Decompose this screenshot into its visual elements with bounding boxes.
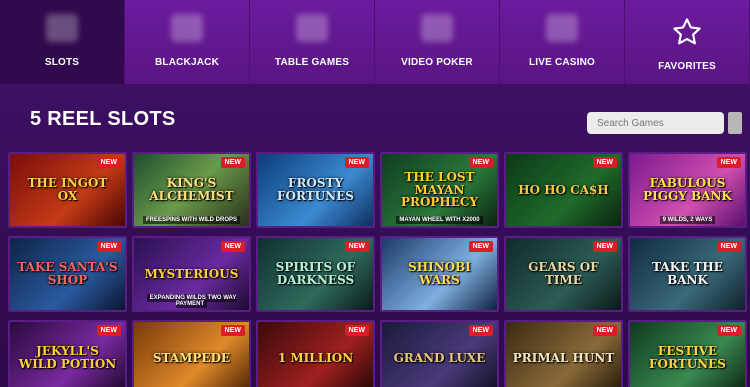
scrollbar[interactable] [728, 112, 742, 134]
game-title: Fabulous PIGGY BANK [643, 176, 732, 203]
game-title: SHINOBI WARS [408, 260, 471, 287]
game-title: GEARS OF TIME [528, 260, 599, 287]
new-badge: NEW [344, 241, 369, 252]
game-subtitle-text: FREESPINS WITH WILD DROPS [142, 216, 240, 224]
new-badge: NEW [716, 157, 741, 168]
new-badge: NEW [716, 325, 741, 336]
game-tile[interactable]: HO HO CA$H NEW [504, 152, 623, 228]
game-tile[interactable]: 1 MILLION NEW [256, 320, 375, 387]
tab-label: SLOTS [44, 57, 80, 68]
game-tile[interactable]: GRAND LUXE NEW [380, 320, 499, 387]
game-title: STAMPEDE [152, 350, 231, 365]
game-tile[interactable]: Fabulous PIGGY BANK 9 WILDS, 2 WAYS NEW [628, 152, 747, 228]
new-badge: NEW [344, 325, 369, 336]
new-badge: NEW [220, 157, 245, 168]
game-subtitle: MAYAN WHEEL WITH x2000 [382, 216, 497, 224]
cards-icon [171, 14, 203, 42]
tab-label: FAVORITES [658, 61, 716, 72]
slot-machine-icon [46, 14, 78, 42]
game-tile[interactable]: FROSTY FORTUNES NEW [256, 152, 375, 228]
game-subtitle: 9 WILDS, 2 WAYS [630, 216, 745, 224]
game-title: King's Alchemist [149, 176, 234, 203]
game-title: JEKYLL'S WILD POTION [18, 344, 117, 371]
game-title: MYSTERIOUS [144, 266, 239, 281]
game-subtitle-text: 9 WILDS, 2 WAYS [659, 216, 716, 224]
tab-favorites[interactable]: FAVORITES [625, 0, 750, 84]
new-badge: NEW [716, 241, 741, 252]
tab-live-casino[interactable]: LIVE CASINO [500, 0, 625, 84]
game-tile[interactable]: THE LOST MAYAN PROPHECY MAYAN WHEEL WITH … [380, 152, 499, 228]
game-title: 1 MILLION [277, 350, 354, 365]
category-tabs: SLOTS BLACKJACK TABLE GAMES VIDEO POKER LIVE… [0, 0, 750, 84]
game-tile[interactable]: PRIMAL HUNT NEW [504, 320, 623, 387]
new-badge: NEW [220, 241, 245, 252]
new-badge: NEW [592, 157, 617, 168]
game-tile[interactable]: FESTIVE FORTUNES NEW [628, 320, 747, 387]
new-badge: NEW [96, 157, 121, 168]
game-tile[interactable]: SPIRITS OF DARKNESS NEW [256, 236, 375, 312]
star-icon [673, 18, 701, 45]
roulette-icon [296, 14, 328, 42]
game-title: THE INGOT OX [27, 176, 108, 203]
new-badge: NEW [96, 241, 121, 252]
new-badge: NEW [220, 325, 245, 336]
game-title: Take Santa's SHOP [17, 260, 118, 287]
game-title: FROSTY FORTUNES [277, 176, 354, 203]
game-title: PRIMAL HUNT [512, 350, 615, 365]
game-tile[interactable]: Take the BANK NEW [628, 236, 747, 312]
game-tile[interactable]: MYSTERIOUS EXPANDING WILDS TWO WAY PAYMEN… [132, 236, 251, 312]
new-badge: NEW [468, 325, 493, 336]
game-tile[interactable]: Take Santa's SHOP NEW [8, 236, 127, 312]
new-badge: NEW [344, 157, 369, 168]
tab-table-games[interactable]: TABLE GAMES [250, 0, 375, 84]
game-subtitle-text: MAYAN WHEEL WITH x2000 [396, 216, 483, 224]
new-badge: NEW [468, 241, 493, 252]
game-subtitle: FREESPINS WITH WILD DROPS [134, 216, 249, 224]
game-tile[interactable]: GEARS OF TIME NEW [504, 236, 623, 312]
game-tile[interactable]: THE INGOT OX NEW [8, 152, 127, 228]
poker-machine-icon [421, 14, 453, 42]
game-tile[interactable]: STAMPEDE NEW [132, 320, 251, 387]
tab-video-poker[interactable]: VIDEO POKER [375, 0, 500, 84]
game-title: THE LOST MAYAN PROPHECY [400, 170, 479, 210]
game-subtitle-text: EXPANDING WILDS TWO WAY PAYMENT [146, 294, 237, 308]
tab-label: VIDEO POKER [401, 57, 473, 68]
game-title: FESTIVE FORTUNES [649, 344, 726, 371]
game-subtitle: EXPANDING WILDS TWO WAY PAYMENT [134, 294, 249, 308]
new-badge: NEW [592, 241, 617, 252]
new-badge: NEW [96, 325, 121, 336]
tab-blackjack[interactable]: BLACKJACK [125, 0, 250, 84]
games-grid: THE INGOT OX NEW King's Alchemist FREESPINS… [8, 152, 747, 387]
new-badge: NEW [592, 325, 617, 336]
game-title: Take the BANK [652, 260, 723, 287]
tab-slots[interactable]: SLOTS [0, 0, 125, 84]
game-tile[interactable]: SHINOBI WARS NEW [380, 236, 499, 312]
tab-label: BLACKJACK [154, 57, 220, 68]
new-badge: NEW [468, 157, 493, 168]
tab-label: TABLE GAMES [274, 57, 350, 68]
game-title: SPIRITS OF DARKNESS [275, 260, 356, 287]
live-dealer-icon [546, 14, 578, 42]
search-input[interactable] [587, 112, 724, 134]
game-tile[interactable]: King's Alchemist FREESPINS WITH WILD DROP… [132, 152, 251, 228]
page-title: 5 REEL SLOTS [30, 108, 176, 130]
game-title: HO HO CA$H [518, 182, 609, 197]
game-title: GRAND LUXE [393, 350, 486, 365]
main-content: 5 REEL SLOTS THE INGOT OXNEWKing's Alche… [0, 84, 750, 387]
tab-label: LIVE CASINO [528, 57, 596, 68]
game-tile[interactable]: JEKYLL'S WILD POTION NEW [8, 320, 127, 387]
